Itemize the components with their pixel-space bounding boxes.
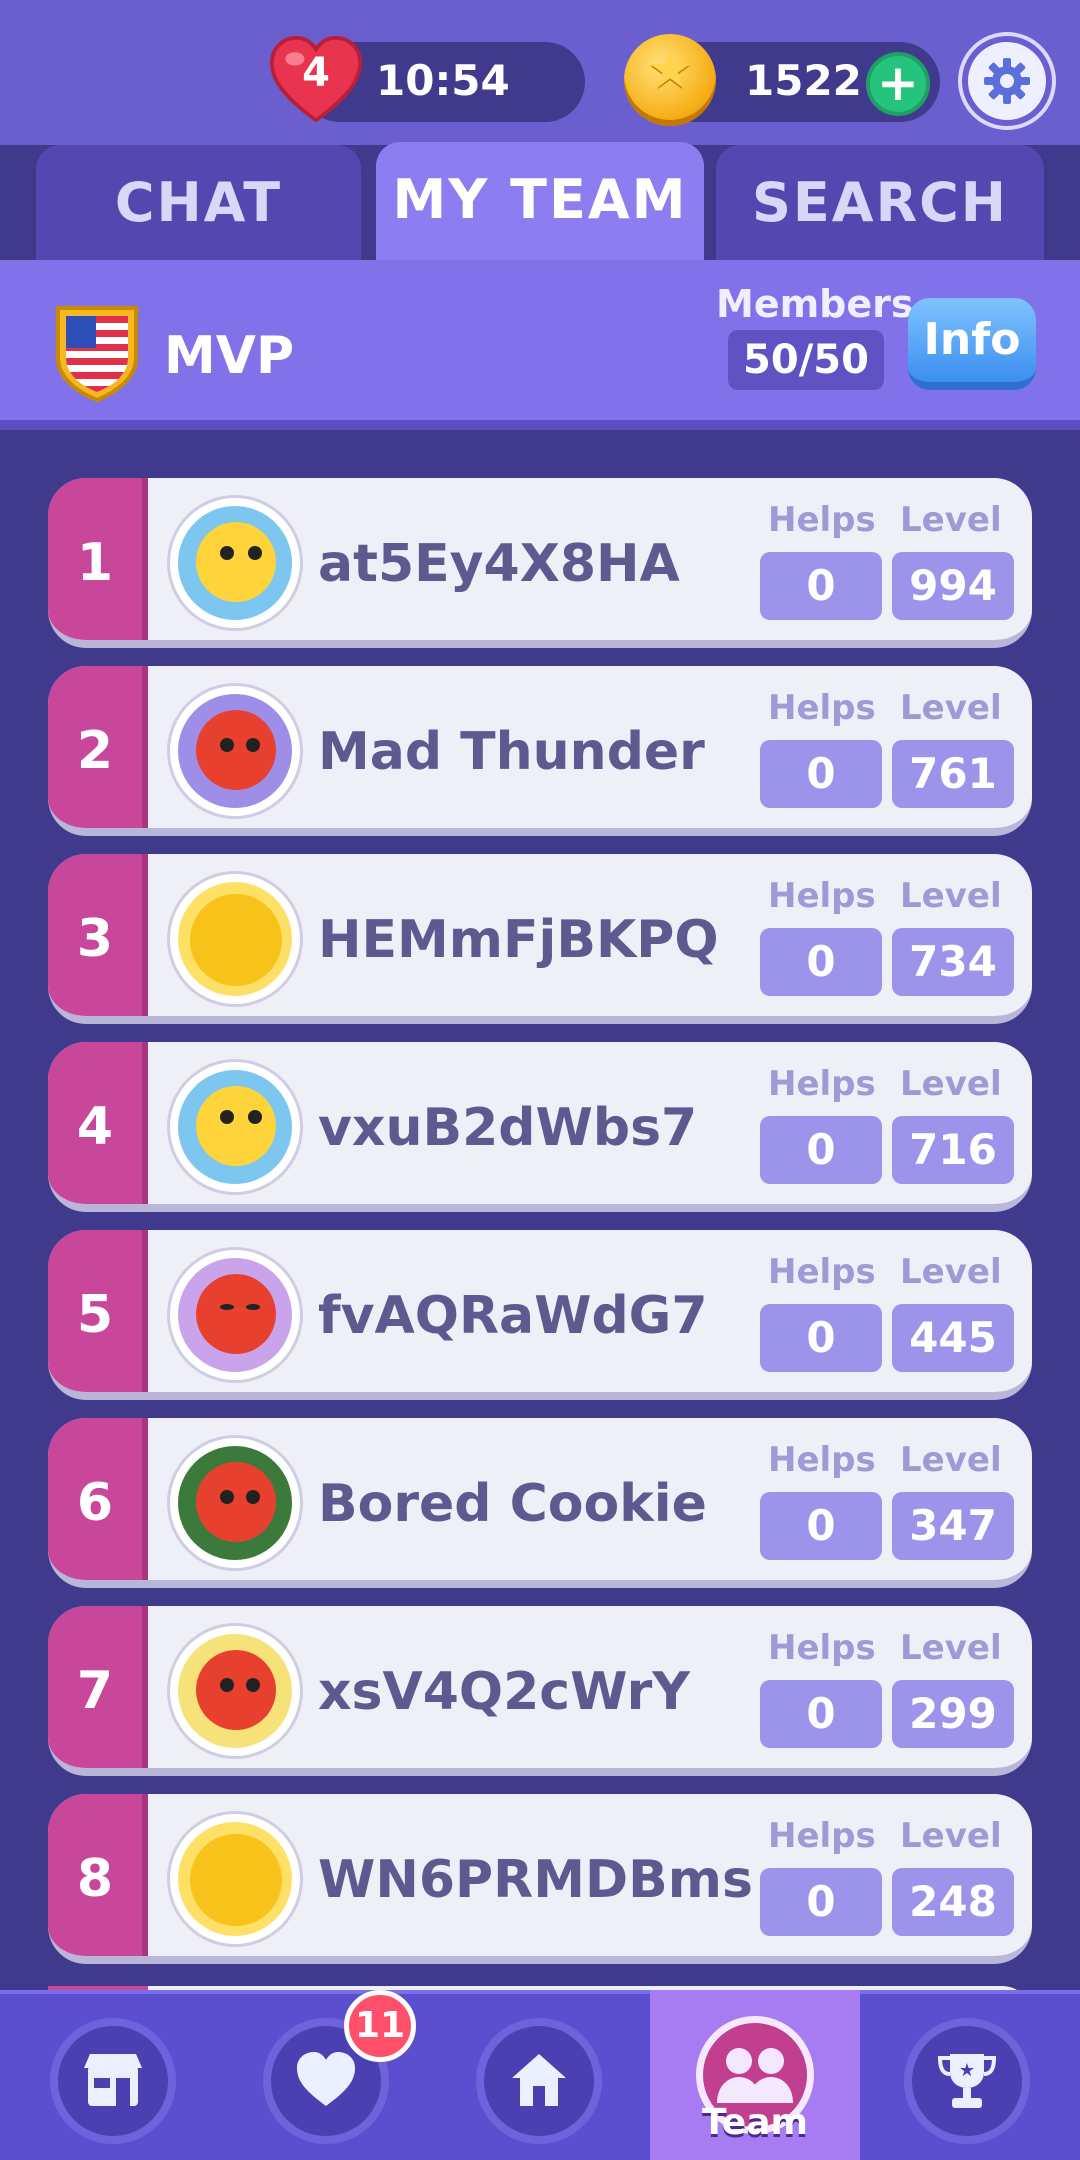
member-rank: 5 <box>48 1230 148 1392</box>
level-value: 347 <box>892 1492 1014 1560</box>
member-rank: 6 <box>48 1418 148 1580</box>
lives-timer: 10:54 <box>376 56 510 105</box>
sleepy-yellow-face-icon <box>170 874 300 1004</box>
yellow-chick-icon <box>170 498 300 628</box>
shop-icon <box>84 2054 142 2106</box>
member-name: vxuB2dWbs7 <box>318 1098 698 1158</box>
member-name: Bored Cookie <box>318 1474 707 1534</box>
red-cat-melon-icon <box>170 1438 300 1568</box>
member-name: WN6PRMDBms <box>318 1850 753 1910</box>
helps-value: 0 <box>760 1868 882 1936</box>
team-name: MVP <box>164 326 295 386</box>
tab-search[interactable]: SEARCH <box>716 145 1044 260</box>
member-row[interactable]: 1 at5Ey4X8HA Helps Level 0 994 <box>48 478 1032 648</box>
helps-label: Helps <box>768 1440 876 1480</box>
tab-chat[interactable]: CHAT <box>36 145 361 260</box>
svg-text:★: ★ <box>959 2060 975 2081</box>
members-count: 50/50 <box>728 330 884 390</box>
us-flag-badge-icon <box>56 306 138 402</box>
member-name: Mad Thunder <box>318 722 705 782</box>
member-row[interactable]: 5 fvAQRaWdG7 Helps Level 0 445 <box>48 1230 1032 1400</box>
helps-value: 0 <box>760 1680 882 1748</box>
level-value: 994 <box>892 552 1014 620</box>
level-value: 734 <box>892 928 1014 996</box>
member-name: fvAQRaWdG7 <box>318 1286 708 1346</box>
member-rank: 4 <box>48 1042 148 1204</box>
member-name: xsV4Q2cWrY <box>318 1662 690 1722</box>
tab-my-team[interactable]: MY TEAM <box>376 142 704 260</box>
helps-label: Helps <box>768 876 876 916</box>
heart-icon <box>297 2052 355 2106</box>
level-value: 445 <box>892 1304 1014 1372</box>
member-row[interactable]: 7 xsV4Q2cWrY Helps Level 0 299 <box>48 1606 1032 1776</box>
member-row[interactable]: 8 WN6PRMDBms Helps Level 0 248 <box>48 1794 1032 1964</box>
level-label: Level <box>900 876 1002 916</box>
member-row[interactable]: 2 Mad Thunder Helps Level 0 761 <box>48 666 1032 836</box>
gear-icon <box>984 58 1030 104</box>
coin-star-icon: ★ <box>646 40 694 100</box>
members-label: Members <box>716 282 914 326</box>
helps-value: 0 <box>760 1304 882 1372</box>
helps-label: Helps <box>768 500 876 540</box>
team-info-button[interactable]: Info <box>908 298 1036 390</box>
lives-notification-badge: 11 <box>344 1990 416 2062</box>
buy-coins-button[interactable]: + <box>866 52 930 116</box>
helps-label: Helps <box>768 688 876 728</box>
helps-value: 0 <box>760 928 882 996</box>
helps-value: 0 <box>760 1492 882 1560</box>
level-label: Level <box>900 1816 1002 1856</box>
member-row[interactable]: 6 Bored Cookie Helps Level 0 347 <box>48 1418 1032 1588</box>
level-label: Level <box>900 1252 1002 1292</box>
coin-balance: 1522 <box>745 56 862 105</box>
helps-label: Helps <box>768 1252 876 1292</box>
member-rank: 3 <box>48 854 148 1016</box>
member-rank: 7 <box>48 1606 148 1768</box>
level-value: 761 <box>892 740 1014 808</box>
trophy-icon: ★ <box>937 2054 997 2108</box>
level-label: Level <box>900 688 1002 728</box>
helps-label: Helps <box>768 1816 876 1856</box>
member-row[interactable]: 3 HEMmFjBKPQ Helps Level 0 734 <box>48 854 1032 1024</box>
lives-count: 4 <box>302 50 330 96</box>
nav-leaderboard-button[interactable]: ★ <box>904 2018 1030 2144</box>
red-cat-icon <box>170 686 300 816</box>
settings-button[interactable] <box>962 36 1052 126</box>
sleepy-yellow-face-icon <box>170 1814 300 1944</box>
nav-team-label: Team <box>702 2102 808 2143</box>
helps-label: Helps <box>768 1628 876 1668</box>
member-rank: 1 <box>48 478 148 640</box>
level-label: Level <box>900 500 1002 540</box>
member-row[interactable]: 4 vxuB2dWbs7 Helps Level 0 716 <box>48 1042 1032 1212</box>
level-value: 248 <box>892 1868 1014 1936</box>
red-cat-icon <box>170 1626 300 1756</box>
helps-label: Helps <box>768 1064 876 1104</box>
helps-value: 0 <box>760 740 882 808</box>
member-name: at5Ey4X8HA <box>318 534 680 594</box>
helps-value: 0 <box>760 1116 882 1184</box>
yellow-chick-icon <box>170 1062 300 1192</box>
nav-home-button[interactable] <box>476 2018 602 2144</box>
level-value: 299 <box>892 1680 1014 1748</box>
member-rank: 2 <box>48 666 148 828</box>
red-cat-icon <box>170 1250 300 1380</box>
level-label: Level <box>900 1440 1002 1480</box>
level-label: Level <box>900 1064 1002 1104</box>
helps-value: 0 <box>760 552 882 620</box>
member-rank: 8 <box>48 1794 148 1956</box>
nav-shop-button[interactable] <box>50 2018 176 2144</box>
level-value: 716 <box>892 1116 1014 1184</box>
home-icon <box>512 2054 566 2106</box>
member-name: HEMmFjBKPQ <box>318 910 719 970</box>
level-label: Level <box>900 1628 1002 1668</box>
